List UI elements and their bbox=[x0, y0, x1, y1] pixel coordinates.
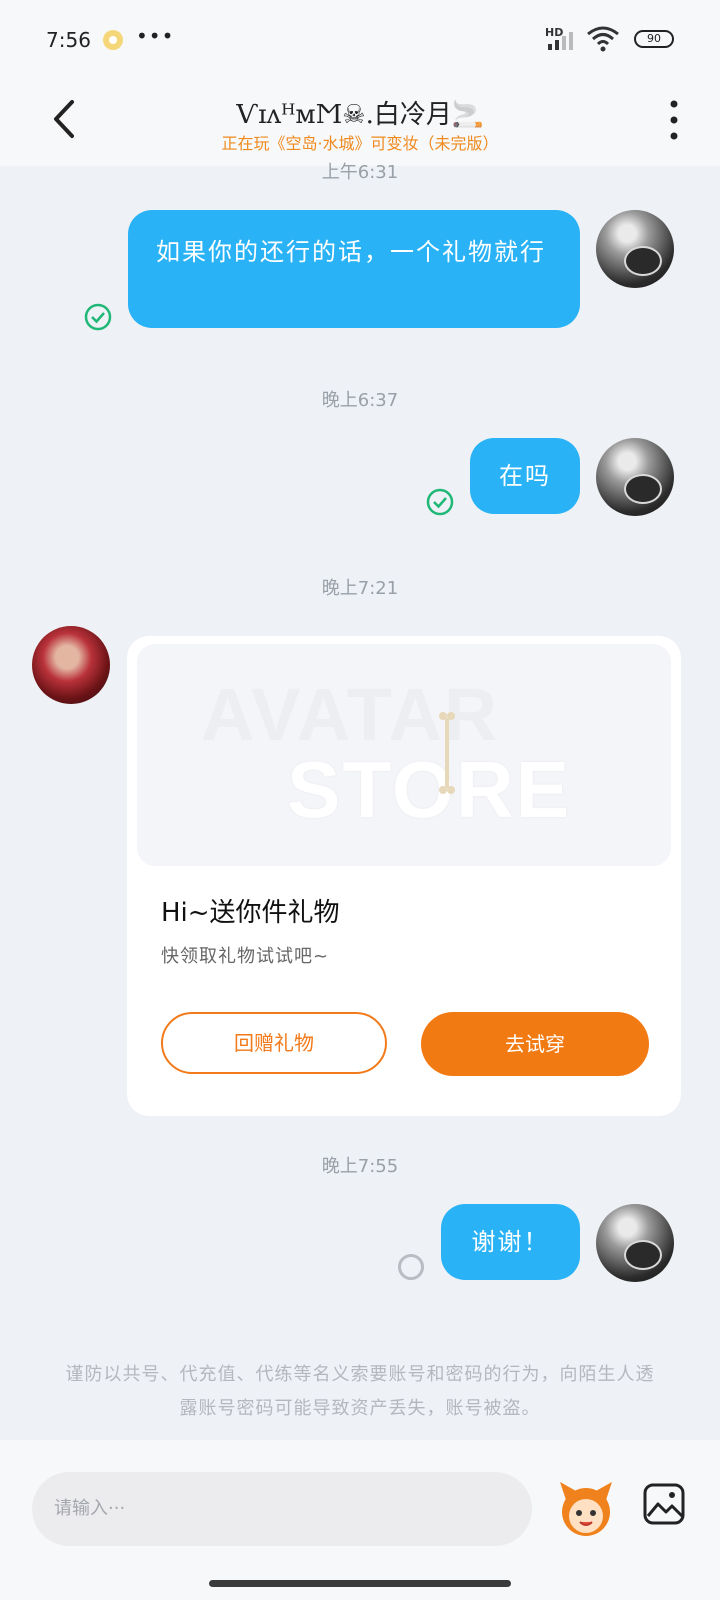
gift-title: Hi~送你件礼物 bbox=[161, 898, 340, 928]
contact-avatar[interactable] bbox=[32, 626, 110, 704]
app-notification-icon bbox=[103, 30, 123, 50]
message-timestamp: 晚上7:55 bbox=[321, 1156, 399, 1177]
input-bar: 请输入··· bbox=[0, 1440, 720, 1600]
message-timestamp: 晚上6:37 bbox=[321, 390, 399, 411]
message-input[interactable]: 请输入··· bbox=[32, 1472, 532, 1546]
playing-status: 正在玩《空岛·水城》可变妆（未完版） bbox=[221, 134, 499, 153]
vertical-dots-icon[interactable] bbox=[664, 98, 684, 142]
home-indicator[interactable] bbox=[209, 1580, 511, 1587]
sent-message-bubble[interactable]: 谢谢！ bbox=[441, 1204, 580, 1280]
sent-message-bubble[interactable]: 在吗 bbox=[470, 438, 580, 514]
status-bar: 7:56 ••• HD 90 bbox=[0, 0, 720, 80]
banner-text: STORE bbox=[287, 745, 572, 834]
contact-name[interactable]: ѴɪᴧᴴᴍϺ☠.白冷月🚬 bbox=[0, 94, 720, 131]
battery-indicator: 90 bbox=[634, 30, 674, 48]
sent-message-bubble[interactable]: 如果你的还行的话，一个礼物就行 bbox=[128, 210, 580, 328]
mascot-sticker-icon[interactable] bbox=[556, 1478, 616, 1538]
gift-card: AVATAR STORE Hi~送你件礼物 快领取礼物试试吧~ 回赠礼物 去试穿 bbox=[127, 636, 681, 1116]
return-gift-button[interactable]: 回赠礼物 bbox=[161, 1012, 387, 1074]
try-on-button[interactable]: 去试穿 bbox=[421, 1012, 649, 1076]
wifi-icon bbox=[587, 26, 619, 52]
read-check-icon bbox=[426, 488, 454, 516]
more-notifications-icon: ••• bbox=[136, 24, 175, 48]
message-timestamp: 上午6:31 bbox=[321, 162, 399, 183]
message-timestamp: 晚上7:21 bbox=[321, 578, 399, 599]
bone-icon bbox=[439, 712, 455, 794]
avatar-store-banner[interactable]: AVATAR STORE bbox=[137, 644, 671, 866]
read-check-icon bbox=[84, 303, 112, 331]
chat-header: ѴɪᴧᴴᴍϺ☠.白冷月🚬 正在玩《空岛·水城》可变妆（未完版） bbox=[0, 80, 720, 166]
security-notice: 谨防以共号、代充值、代练等名义索要账号和密码的行为，向陌生人透露账号密码可能导致… bbox=[65, 1364, 655, 1419]
sending-status-icon bbox=[398, 1254, 424, 1280]
image-icon[interactable] bbox=[642, 1482, 686, 1526]
signal-icon bbox=[548, 32, 573, 50]
status-time: 7:56 bbox=[46, 28, 91, 52]
self-avatar[interactable] bbox=[596, 1204, 674, 1282]
gift-description: 快领取礼物试试吧~ bbox=[161, 946, 330, 967]
self-avatar[interactable] bbox=[596, 438, 674, 516]
self-avatar[interactable] bbox=[596, 210, 674, 288]
